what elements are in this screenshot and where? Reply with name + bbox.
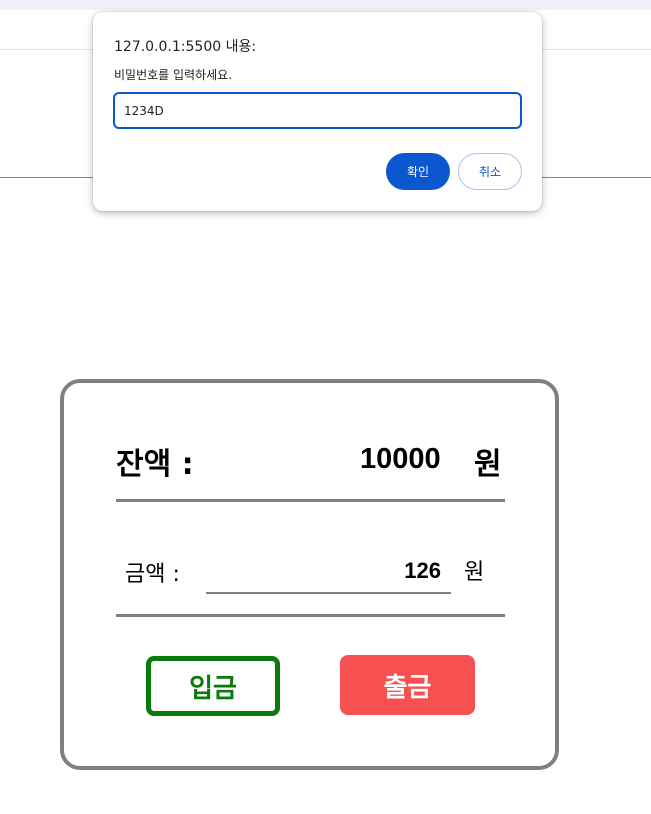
password-input[interactable] (113, 92, 522, 129)
amount-divider (116, 614, 505, 617)
cancel-button[interactable]: 취소 (458, 153, 522, 190)
amount-label: 금액 : (125, 562, 180, 587)
confirm-button[interactable]: 확인 (386, 153, 450, 190)
prompt-dialog: 127.0.0.1:5500 내용: 비밀번호를 입력하세요. 확인 취소 (93, 12, 542, 211)
balance-divider (116, 499, 505, 502)
balance-value: 10000 (360, 443, 441, 475)
amount-unit: 원 (464, 560, 485, 585)
dialog-origin-title: 127.0.0.1:5500 내용: (114, 39, 257, 55)
balance-label: 잔액 : (116, 447, 194, 482)
amount-input[interactable] (206, 550, 451, 594)
withdraw-button[interactable]: 출금 (340, 655, 475, 715)
bank-card: 잔액 : 10000 원 금액 : 원 입금 출금 (60, 379, 559, 770)
browser-toolbar-strip (0, 0, 651, 10)
deposit-button[interactable]: 입금 (146, 656, 280, 716)
balance-unit: 원 (474, 447, 502, 482)
dialog-message: 비밀번호를 입력하세요. (114, 68, 233, 82)
